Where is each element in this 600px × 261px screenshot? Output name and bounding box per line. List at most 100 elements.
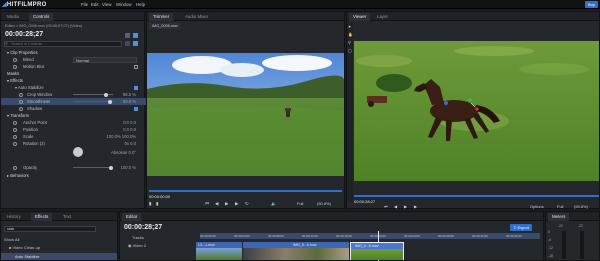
- opacity-value[interactable]: 100.0 %: [121, 164, 136, 171]
- trimmer-in-icon[interactable]: ▮: [149, 201, 151, 207]
- scale-value[interactable]: 100.0% 100.0%: [106, 133, 136, 140]
- effects-folder-item[interactable]: ■ Video Clean-up: [9, 245, 40, 250]
- folder-icon: ■: [9, 245, 12, 250]
- trimmer-prev-frame-icon[interactable]: ◀: [215, 201, 218, 207]
- effects-search-input[interactable]: [4, 226, 96, 232]
- controls-path: Editor > IMG_0006.mov (00:00:07;07) (Vid…: [5, 24, 83, 28]
- trimmer-next-frame-icon[interactable]: ▶: [235, 201, 238, 207]
- tab-audio-mixer[interactable]: Audio Mixer: [181, 13, 212, 21]
- rotation-value[interactable]: 0x 0.0: [125, 140, 136, 147]
- viewer-controls: ⏮ ◀ ▶ ▶ Options Full (59.8%): [354, 204, 599, 210]
- trimmer-fit-value[interactable]: (50.8%): [317, 201, 331, 206]
- tab-viewer[interactable]: Viewer: [349, 13, 371, 21]
- trimmer-play-icon[interactable]: ▶: [225, 201, 228, 207]
- trimmer-skip-back-icon[interactable]: ⏮: [205, 201, 209, 206]
- ruler-tick: 00;00;32;00: [472, 234, 488, 238]
- smoothness-knob[interactable]: [108, 99, 112, 104]
- viewer-timeline-bar[interactable]: [354, 195, 599, 197]
- trimmer-out-icon[interactable]: ▮: [156, 201, 158, 207]
- tab-controls[interactable]: Controls: [29, 13, 54, 21]
- viewer-tabbar: Viewer Layer: [347, 12, 599, 21]
- timecode-button-icon[interactable]: [125, 33, 130, 38]
- clip[interactable]: IMG_5...5.mov: [243, 242, 349, 260]
- eye-icon[interactable]: ◉: [128, 243, 132, 248]
- clip-thumbnail: [243, 248, 349, 260]
- trimmer-loop-icon[interactable]: ↻: [245, 201, 249, 207]
- tab-media[interactable]: Media: [3, 13, 23, 21]
- opacity-knob[interactable]: [109, 165, 113, 170]
- tab-layer[interactable]: Layer: [373, 13, 392, 21]
- menu-file[interactable]: File: [81, 2, 88, 7]
- controls-search-input[interactable]: [4, 41, 122, 47]
- shadow-row: Shadow: [1, 105, 146, 112]
- crop-window-knob[interactable]: [104, 92, 108, 97]
- tab-trimmer[interactable]: Trimmer: [149, 13, 174, 21]
- motion-blur-checkbox[interactable]: [134, 64, 138, 69]
- crop-window-value[interactable]: 86.5 %: [123, 91, 136, 98]
- zoom-tool-icon[interactable]: ⚲: [348, 40, 351, 45]
- viewer-next-frame-icon[interactable]: ▶: [414, 204, 417, 209]
- tab-history[interactable]: History: [3, 213, 25, 221]
- hand-tool-icon[interactable]: ✋: [348, 32, 353, 37]
- search-options-icon[interactable]: [125, 41, 130, 46]
- menu-view[interactable]: View: [102, 2, 111, 7]
- trimmer-volume-icon[interactable]: 🔈: [271, 201, 277, 207]
- absolute-row: Absolute 0.0°: [1, 149, 146, 156]
- show-all-select[interactable]: Show All: [4, 237, 19, 242]
- smoothness-value[interactable]: 93.5 %: [123, 98, 136, 105]
- menu-edit[interactable]: Edit: [91, 2, 99, 7]
- viewer-zoom-select[interactable]: Full: [557, 204, 563, 209]
- scale-row: Scale 100.0% 100.0%: [1, 133, 146, 140]
- effects-auto-stabilize-item[interactable]: Auto Stabilize: [1, 253, 117, 260]
- anchor-point-value[interactable]: 0.0 0.0: [123, 119, 136, 126]
- controls-tree: ▾ Clip Properties Blend Normal Motion Bl…: [1, 49, 146, 199]
- motion-blur-dot-icon: [13, 64, 17, 69]
- controls-timecode[interactable]: 00:00:28;27: [5, 31, 43, 38]
- editor-timecode[interactable]: 00:00:28;27: [124, 224, 162, 231]
- viewer-prev-frame-icon[interactable]: ◀: [394, 204, 397, 209]
- auto-stabilize-checkbox[interactable]: [134, 85, 138, 90]
- editor-panel: Editor 00:00:28;27 ⇧ Export Tracks ◉ Vid…: [119, 211, 544, 261]
- timeline-ruler[interactable]: 00;00;00;00 00;00;04;00 00;00;08;00 00;0…: [200, 233, 540, 239]
- viewer-fit-value[interactable]: (59.8%): [574, 204, 588, 209]
- trimmer-timeline-bar[interactable]: [149, 190, 342, 192]
- viewer-options-button[interactable]: Options: [530, 204, 544, 209]
- tab-effects[interactable]: Effects: [31, 213, 53, 221]
- menu-help[interactable]: Help: [136, 2, 145, 7]
- rotation-dot-icon: [13, 141, 17, 146]
- auto-stabilize-row[interactable]: ▾ Auto Stabilize: [1, 84, 146, 91]
- search-options2-icon[interactable]: [133, 41, 138, 46]
- trimmer-zoom-select[interactable]: Full: [297, 201, 303, 206]
- shadow-checkbox[interactable]: [134, 106, 138, 111]
- tab-editor[interactable]: Editor: [122, 213, 142, 221]
- clip[interactable]: L3...1.mov: [196, 242, 242, 260]
- buy-button[interactable]: Buy: [585, 1, 598, 8]
- viewer-play-icon[interactable]: ▶: [404, 204, 407, 209]
- trimmer-timecode[interactable]: 00:00:00;00: [149, 194, 170, 199]
- timecode-button2-icon[interactable]: [133, 33, 138, 38]
- effects-header[interactable]: ▾ Effects: [1, 77, 146, 84]
- clip-properties-header[interactable]: ▾ Clip Properties: [1, 49, 146, 56]
- trimmer-filename-tab[interactable]: IMG_0006.mov: [149, 23, 181, 29]
- tab-text[interactable]: Text: [59, 213, 75, 221]
- arrow-tool-icon[interactable]: ➤: [348, 24, 351, 29]
- crop-window-slider[interactable]: [73, 92, 113, 97]
- clip[interactable]: IMG_0...6.mov: [350, 242, 404, 260]
- ruler-tick: 00;00;28;00: [438, 234, 454, 238]
- transform-header[interactable]: ▾ Transform: [1, 112, 146, 119]
- masks-header[interactable]: Masks: [1, 70, 146, 77]
- meter-scale-tick: -12: [548, 246, 553, 250]
- menu-window[interactable]: Window: [116, 2, 132, 7]
- viewer-skip-back-icon[interactable]: ⏮: [384, 204, 388, 209]
- smoothness-slider[interactable]: [73, 99, 113, 104]
- opacity-slider[interactable]: [73, 165, 113, 170]
- viewer-video-frame[interactable]: [354, 41, 599, 181]
- trimmer-controls: ▮ ▮ ⏮ ◀ ▶ ▶ ↻ 🔈 Full (50.8%): [149, 201, 344, 209]
- export-button[interactable]: ⇧ Export: [510, 224, 533, 231]
- behaviors-header[interactable]: ▸ Behaviors: [1, 172, 146, 179]
- trimmer-video-frame[interactable]: [147, 53, 344, 176]
- meter-label-right: -22: [578, 224, 583, 228]
- position-value[interactable]: 0.0 0.0: [123, 126, 136, 133]
- mask-tool-icon[interactable]: ▢: [348, 48, 352, 53]
- tab-meters[interactable]: Meters: [548, 213, 570, 221]
